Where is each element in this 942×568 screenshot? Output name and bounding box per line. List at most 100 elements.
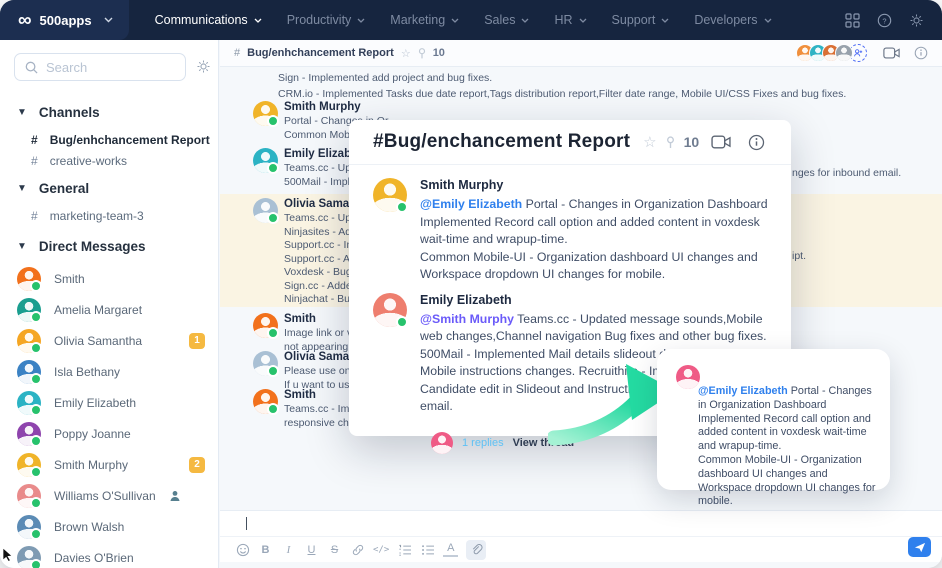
apps-grid-icon[interactable]: [845, 13, 860, 28]
chevron-down-icon: [451, 18, 459, 23]
chevron-down-icon: [764, 18, 772, 23]
topnav-actions: ?: [845, 13, 924, 28]
search-input[interactable]: Search: [14, 53, 186, 81]
message-fragment: ipt.: [792, 250, 806, 262]
dm-item-emily-elizabeth[interactable]: Emily Elizabeth: [0, 387, 218, 418]
nav-item-communications[interactable]: Communications: [155, 13, 262, 27]
nav-item-developers[interactable]: Developers: [694, 13, 771, 27]
avatar: [373, 178, 407, 212]
pin-icon[interactable]: [418, 48, 426, 59]
chevron-down-icon: [661, 18, 669, 23]
video-call-icon[interactable]: [883, 47, 900, 59]
info-icon[interactable]: [914, 46, 928, 60]
member-avatars[interactable]: [796, 44, 867, 62]
nav-item-hr[interactable]: HR: [554, 13, 586, 27]
nav-item-marketing[interactable]: Marketing: [390, 13, 459, 27]
code-button[interactable]: </>: [373, 541, 389, 559]
avatar: [835, 44, 853, 62]
help-icon[interactable]: ?: [877, 13, 892, 28]
hash-icon: #: [234, 47, 240, 59]
attachment-paperclip-icon[interactable]: [466, 540, 486, 560]
video-call-icon[interactable]: [711, 135, 731, 149]
nav-item-support[interactable]: Support: [612, 13, 670, 27]
strikethrough-button[interactable]: S: [327, 541, 342, 559]
tooltip-text: @Emily Elizabeth Portal - Changes in Org…: [698, 385, 878, 509]
avatar: [17, 453, 41, 477]
avatar: [17, 360, 41, 384]
person-status-icon: [169, 490, 181, 502]
avatar: [17, 329, 41, 353]
collapse-triangle-icon: ▼: [17, 107, 27, 118]
mention[interactable]: @Emily Elizabeth: [420, 197, 522, 211]
dm-item-poppy-joanne[interactable]: Poppy Joanne: [0, 418, 218, 449]
dm-item-williams-osullivan[interactable]: Williams O'Sullivan: [0, 480, 218, 511]
underline-button[interactable]: U: [304, 541, 319, 559]
avatar: [17, 515, 41, 539]
message-input[interactable]: [220, 511, 942, 537]
avatar: [253, 389, 278, 414]
message-line: Sign - Implemented add project and bug f…: [278, 72, 492, 84]
channels-section-header[interactable]: ▼ Channels: [0, 105, 218, 120]
dm-item-smith[interactable]: Smith: [0, 263, 218, 294]
avatar: [17, 546, 41, 568]
message-author: Emily Elizabeth: [420, 293, 772, 307]
brand-menu[interactable]: ∞ 500apps: [0, 0, 129, 40]
modal-title: #Bug/enchancement Report: [373, 131, 630, 153]
message-callout-tooltip: @Emily Elizabeth Portal - Changes in Org…: [657, 349, 890, 490]
dm-item-olivia-samantha[interactable]: Olivia Samantha 1: [0, 325, 218, 356]
chevron-down-icon: [521, 18, 529, 23]
modal-actions: [711, 134, 765, 151]
collapse-triangle-icon: ▼: [17, 183, 27, 194]
top-navbar: ∞ 500apps Communications Productivity Ma…: [0, 0, 942, 40]
dm-item-amelia-margaret[interactable]: Amelia Margaret: [0, 294, 218, 325]
dm-section-header[interactable]: ▼ Direct Messages: [0, 239, 218, 254]
nav-item-sales[interactable]: Sales: [484, 13, 529, 27]
emoji-icon[interactable]: [235, 541, 250, 559]
avatar: [17, 422, 41, 446]
chevron-down-icon: [254, 18, 262, 23]
dm-item-davies-obrien[interactable]: Davies O'Brien: [0, 542, 218, 568]
star-icon[interactable]: ☆: [401, 47, 411, 60]
chevron-down-icon: [104, 17, 113, 23]
channel-name: Bug/enhchancement Report: [247, 47, 394, 59]
sidebar-lists: ▼ Channels # Bug/enhchancement Report # …: [0, 95, 218, 568]
dm-item-brown-walsh[interactable]: Brown Walsh: [0, 511, 218, 542]
avatar: [17, 484, 41, 508]
link-icon[interactable]: [350, 541, 365, 559]
text-color-button[interactable]: A: [443, 542, 458, 557]
nav-menu: Communications Productivity Marketing Sa…: [155, 13, 772, 27]
bold-button[interactable]: B: [258, 541, 273, 559]
svg-text:?: ?: [882, 16, 886, 25]
view-thread-link[interactable]: View thread: [513, 437, 575, 449]
message: Smith Murphy @Emily Elizabeth Portal - C…: [373, 178, 767, 284]
unread-badge: 1: [189, 333, 205, 349]
ordered-list-icon[interactable]: [397, 541, 412, 559]
send-button[interactable]: [908, 537, 931, 557]
unread-badge: 2: [189, 457, 205, 473]
info-icon[interactable]: [748, 134, 765, 151]
sidebar-channel-creative-works[interactable]: # creative-works: [0, 150, 218, 171]
star-icon[interactable]: ☆: [643, 133, 656, 151]
avatar: [253, 313, 278, 338]
formatting-toolbar: B I U S </> A: [220, 537, 942, 562]
text-caret: [246, 517, 247, 530]
sidebar-settings-gear-icon[interactable]: [196, 59, 211, 79]
replies-count-link[interactable]: 1 replies: [462, 437, 504, 449]
message-author: Smith Murphy: [284, 101, 388, 113]
avatar: [676, 365, 700, 389]
settings-gear-icon[interactable]: [909, 13, 924, 28]
bullet-list-icon[interactable]: [420, 541, 435, 559]
nav-item-productivity[interactable]: Productivity: [287, 13, 366, 27]
modal-header: #Bug/enchancement Report ☆ 10: [349, 120, 791, 165]
brand-name: 500apps: [40, 13, 92, 28]
sidebar-channel-marketing-team-3[interactable]: # marketing-team-3: [0, 205, 218, 226]
avatar: [253, 351, 278, 376]
dm-item-smith-murphy[interactable]: Smith Murphy 2: [0, 449, 218, 480]
pin-icon[interactable]: [666, 136, 675, 149]
infinity-logo-icon: ∞: [18, 11, 32, 30]
dm-item-isla-bethany[interactable]: Isla Bethany: [0, 356, 218, 387]
sidebar-channel-bug-report[interactable]: # Bug/enhchancement Report: [0, 129, 218, 150]
mention[interactable]: @Smith Murphy: [420, 312, 514, 326]
general-section-header[interactable]: ▼ General: [0, 181, 218, 196]
italic-button[interactable]: I: [281, 541, 296, 559]
